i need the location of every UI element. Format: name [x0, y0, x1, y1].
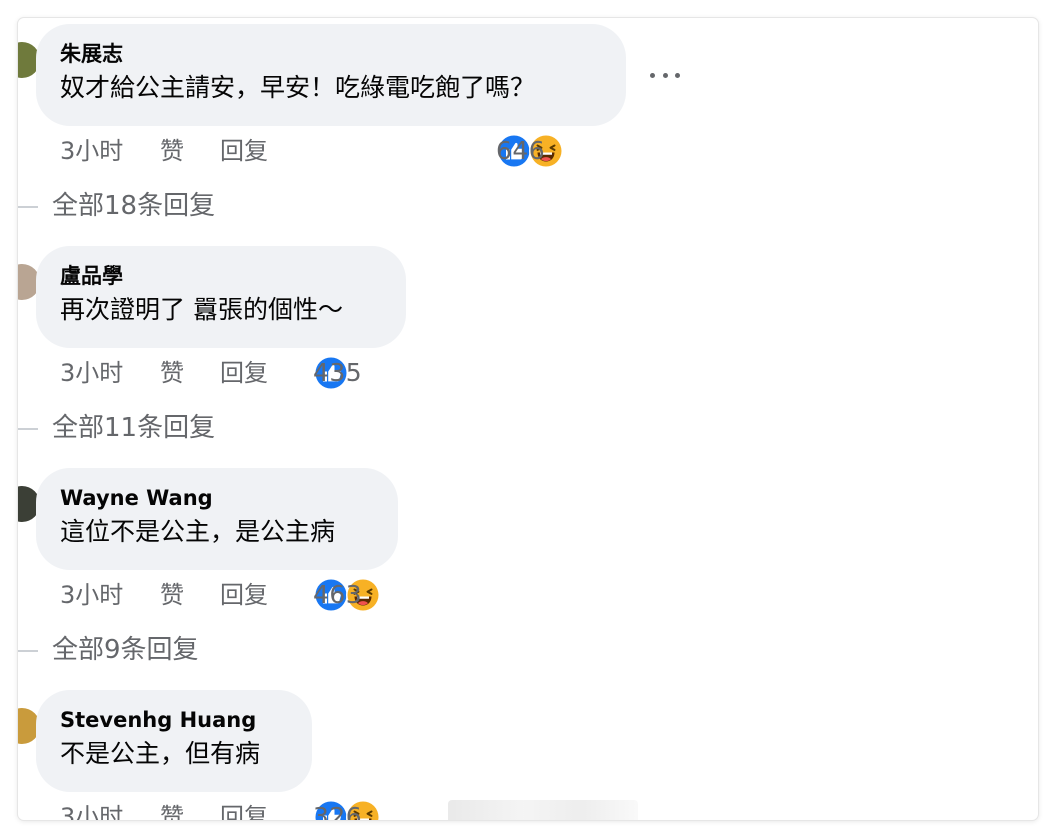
ellipsis-icon — [650, 72, 655, 78]
comment-section: 朱展志 奴才給公主請安，早安！吃綠電吃飽了嗎？ 3小时 赞 回复 646 全部1… — [18, 18, 1038, 820]
like-button[interactable]: 赞 — [160, 575, 184, 615]
comment-bubble: 盧品學 再次證明了 囂張的個性～ — [36, 246, 406, 348]
reaction-summary[interactable]: 326 — [313, 797, 381, 820]
like-button[interactable]: 赞 — [160, 353, 184, 393]
comment-timestamp[interactable]: 3小时 — [60, 575, 123, 615]
comment-actions: 3小时 赞 回复 435 — [60, 353, 680, 393]
comment-author[interactable]: 朱展志 — [60, 39, 626, 69]
reply-button[interactable]: 回复 — [220, 131, 268, 171]
thread-connector — [18, 427, 38, 430]
comment-text: 這位不是公主，是公主病 — [60, 517, 336, 546]
comment-text: 不是公主，但有病 — [60, 739, 261, 768]
thread-connector — [18, 205, 38, 208]
view-replies-label: 全部9条回复 — [52, 635, 199, 665]
thread-connector — [18, 649, 38, 652]
comment-author[interactable]: Wayne Wang — [60, 483, 398, 513]
like-button[interactable]: 赞 — [160, 131, 184, 171]
comment-timestamp[interactable]: 3小时 — [60, 797, 123, 820]
reply-button[interactable]: 回复 — [220, 575, 268, 615]
like-button[interactable]: 赞 — [160, 797, 184, 820]
comment-timestamp[interactable]: 3小时 — [60, 353, 123, 393]
reaction-summary[interactable]: 435 — [313, 353, 362, 393]
view-replies-label: 全部18条回复 — [52, 191, 216, 221]
comment-author[interactable]: Stevenhg Huang — [60, 705, 312, 735]
view-replies-link[interactable]: 全部11条回复 — [18, 408, 215, 448]
reply-button[interactable]: 回复 — [220, 353, 268, 393]
view-replies-link[interactable]: 全部18条回复 — [18, 186, 215, 226]
more-options-button[interactable] — [650, 62, 680, 88]
comment-bubble: Stevenhg Huang 不是公主，但有病 — [36, 690, 312, 792]
reaction-count: 463 — [313, 580, 363, 609]
comment-bubble: 朱展志 奴才給公主請安，早安！吃綠電吃飽了嗎？ — [36, 24, 626, 126]
watermark-blur — [448, 800, 638, 820]
comment-text: 奴才給公主請安，早安！吃綠電吃飽了嗎？ — [60, 73, 536, 102]
comment-timestamp[interactable]: 3小时 — [60, 131, 123, 171]
comment-actions: 3小时 赞 回复 463 — [60, 575, 680, 615]
reaction-summary[interactable]: 463 — [313, 575, 381, 615]
comment-author[interactable]: 盧品學 — [60, 261, 406, 291]
reply-button[interactable]: 回复 — [220, 797, 268, 820]
view-replies-label: 全部11条回复 — [52, 413, 216, 443]
reaction-count: 326 — [313, 802, 363, 820]
comment-actions: 3小时 赞 回复 646 — [60, 131, 680, 171]
reaction-summary[interactable]: 646 — [496, 131, 564, 171]
comment-text: 再次證明了 囂張的個性～ — [60, 295, 343, 324]
comment-bubble: Wayne Wang 這位不是公主，是公主病 — [36, 468, 398, 570]
view-replies-link[interactable]: 全部9条回复 — [18, 630, 199, 670]
reaction-count: 646 — [496, 136, 546, 165]
reaction-count: 435 — [313, 358, 363, 387]
